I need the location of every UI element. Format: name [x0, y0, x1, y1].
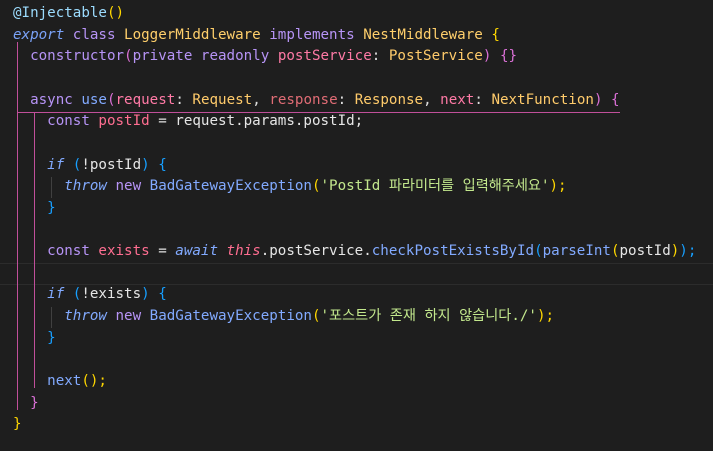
code-token: implements — [260, 26, 364, 43]
code-token: this — [226, 243, 261, 260]
code-token: throw — [13, 308, 116, 325]
code-token: } — [13, 394, 39, 411]
code-token: postService — [277, 48, 372, 65]
code-token: checkPostExistsById — [371, 243, 535, 260]
code-token: NestMiddleware — [363, 26, 483, 43]
code-token: ); — [549, 178, 567, 195]
code-token: if — [13, 156, 73, 173]
code-token: postId — [619, 243, 671, 260]
code-line[interactable]: export class LoggerMiddleware implements… — [13, 25, 500, 47]
code-token: postId — [98, 113, 150, 130]
code-token: ) — [482, 48, 500, 65]
current-line-highlight — [0, 263, 713, 285]
code-token: constructor — [13, 48, 125, 65]
code-token: ( — [124, 48, 133, 65]
code-token: BadGatewayException — [149, 308, 312, 325]
code-token: () — [106, 5, 125, 21]
code-token: = — [149, 243, 176, 260]
code-token: } — [13, 199, 56, 216]
code-token: , — [252, 91, 270, 108]
code-token: 'PostId 파라미터를 입력해주세요' — [320, 178, 550, 195]
code-token: parseInt — [542, 243, 611, 260]
code-token: next — [13, 373, 82, 390]
code-token: {} — [499, 48, 518, 65]
code-token: private readonly — [132, 48, 278, 65]
code-token: request.params.postId; — [175, 113, 364, 130]
code-token: ( — [106, 91, 116, 108]
code-token: @Injectable — [13, 5, 107, 21]
code-token: } — [13, 329, 56, 346]
code-token: { — [158, 156, 167, 173]
code-token: new — [115, 178, 150, 195]
code-token: : — [474, 91, 492, 108]
code-token: ); — [536, 308, 555, 325]
code-token: response — [269, 91, 338, 108]
code-line[interactable]: @Injectable() — [13, 3, 124, 25]
code-token: ( — [610, 243, 620, 260]
code-token: { — [158, 286, 167, 303]
code-token: ( — [311, 178, 321, 195]
code-token: ) — [141, 156, 159, 173]
code-token: throw — [13, 178, 116, 195]
code-line[interactable]: const exists = await this.postService.ch… — [13, 241, 696, 263]
code-token: if — [13, 286, 73, 303]
code-token: const — [13, 113, 99, 130]
code-token: new — [115, 308, 150, 325]
code-editor[interactable]: @Injectable() export class LoggerMiddlewa… — [0, 0, 713, 451]
code-token: BadGatewayException — [149, 178, 312, 195]
code-token: PostService — [388, 48, 483, 65]
code-token: , — [423, 91, 441, 108]
code-line[interactable]: constructor(private readonly postService… — [13, 46, 517, 68]
code-token: LoggerMiddleware — [124, 26, 261, 43]
code-token: ( — [311, 308, 321, 325]
code-token: '포스트가 존재 하지 않습니다./' — [320, 308, 537, 325]
code-line[interactable]: throw new BadGatewayException('포스트가 존재 하… — [13, 306, 554, 328]
code-token: async — [13, 91, 82, 108]
code-line[interactable]: next(); — [13, 371, 107, 393]
code-token: Response — [354, 91, 424, 108]
code-token: await — [175, 243, 227, 260]
code-token: } — [13, 416, 22, 433]
code-token: next — [440, 91, 475, 108]
code-token: ) — [593, 91, 612, 108]
code-token: const — [13, 243, 99, 260]
code-token: request — [115, 91, 176, 108]
code-token: : — [175, 91, 193, 108]
code-token: { — [611, 91, 620, 108]
code-token: ); — [679, 243, 697, 260]
code-token: !postId — [81, 156, 142, 173]
code-line[interactable]: throw new BadGatewayException('PostId 파라… — [13, 176, 567, 198]
code-token: : — [337, 91, 355, 108]
code-token: ( — [534, 243, 543, 260]
code-line[interactable]: } — [13, 198, 56, 220]
code-token: = — [149, 113, 176, 130]
code-line[interactable]: const postId = request.params.postId; — [13, 111, 363, 133]
code-line[interactable]: } — [13, 414, 22, 436]
code-token: .postService. — [260, 243, 372, 260]
code-token: exists — [98, 243, 150, 260]
code-token: export — [13, 26, 65, 43]
code-line[interactable]: } — [13, 328, 56, 350]
code-line[interactable]: if (!postId) { — [13, 155, 167, 177]
code-line[interactable]: } — [13, 393, 39, 415]
code-token: : — [371, 48, 389, 65]
code-line[interactable]: async use(request: Request, response: Re… — [13, 90, 620, 112]
code-token: class — [64, 26, 125, 43]
code-token: ) — [670, 243, 680, 260]
code-token: NextFunction — [491, 91, 594, 108]
code-line[interactable]: if (!exists) { — [13, 284, 167, 306]
code-token: ) — [141, 286, 159, 303]
code-token: !exists — [81, 286, 142, 303]
code-token: (); — [81, 373, 107, 390]
code-token: Request — [192, 91, 253, 108]
code-token: { — [482, 26, 500, 43]
code-token: use — [81, 91, 107, 108]
